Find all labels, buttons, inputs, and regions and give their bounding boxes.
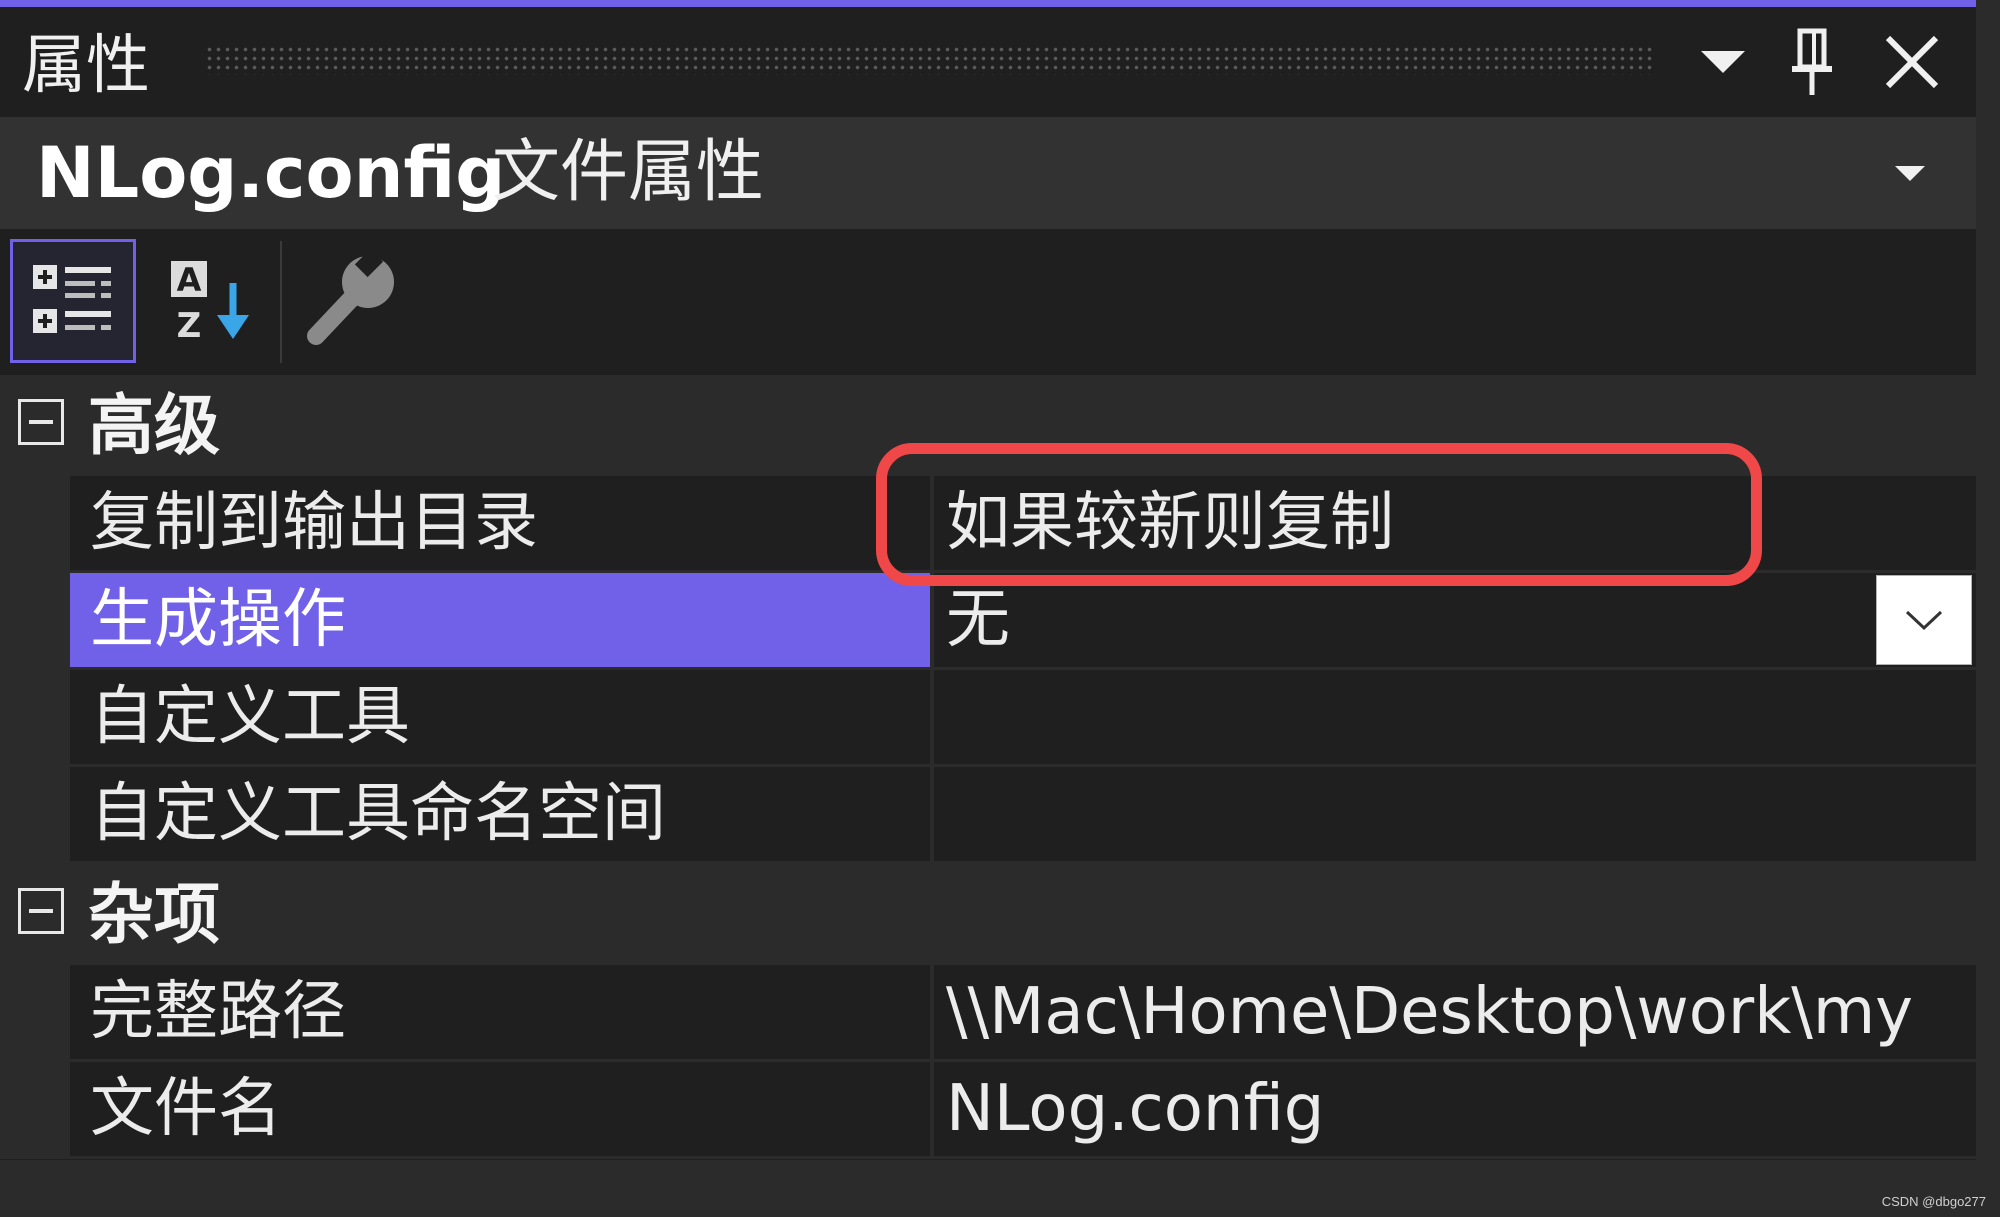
categorized-view-button[interactable] — [10, 239, 136, 363]
chevron-down-icon — [1701, 51, 1745, 73]
property-value-text: 无 — [946, 583, 1010, 657]
property-value[interactable]: 如果较新则复制 — [934, 476, 1976, 570]
collapse-icon[interactable] — [18, 399, 64, 445]
value-dropdown-button[interactable] — [1876, 575, 1972, 665]
property-value[interactable] — [934, 670, 1976, 764]
property-name: 复制到输出目录 — [70, 476, 930, 570]
svg-text:A: A — [177, 261, 202, 299]
chevron-down-icon — [1905, 610, 1943, 631]
category-row-misc[interactable]: 杂项 — [0, 864, 1976, 965]
collapse-icon[interactable] — [18, 888, 64, 934]
property-name: 完整路径 — [70, 965, 930, 1059]
window-position-button[interactable] — [1683, 17, 1763, 107]
close-button[interactable] — [1872, 17, 1952, 107]
alphabetical-sort-icon: A Z — [171, 261, 249, 346]
right-gutter — [1976, 0, 2000, 1217]
active-accent-bar — [0, 0, 1976, 7]
property-row-build-action[interactable]: 生成操作 无 — [0, 573, 1976, 670]
panel-title: 属性 — [22, 29, 150, 103]
property-name: 生成操作 — [70, 573, 930, 667]
watermark: CSDN @dbgo277 — [1881, 1194, 1986, 1209]
category-row-advanced[interactable]: 高级 — [0, 375, 1976, 476]
property-row-full-path[interactable]: 完整路径 \\Mac\Home\Desktop\work\my — [0, 965, 1976, 1062]
toolbar-separator — [280, 241, 282, 363]
close-icon — [1885, 35, 1939, 89]
property-grid: 高级 复制到输出目录 如果较新则复制 生成操作 无 自定义工具 自定义工具命名空… — [0, 375, 1976, 1159]
property-pages-icon — [307, 248, 394, 345]
object-selector[interactable]: NLog.config 文件属性 — [0, 117, 1976, 229]
chevron-down-icon — [1895, 166, 1925, 181]
property-name: 自定义工具 — [70, 670, 930, 764]
description-area — [0, 1160, 1976, 1217]
property-row-custom-tool-namespace[interactable]: 自定义工具命名空间 — [0, 767, 1976, 864]
property-value[interactable]: \\Mac\Home\Desktop\work\my — [934, 965, 1976, 1059]
object-selector-dropdown[interactable] — [1880, 151, 1940, 195]
property-value[interactable]: NLog.config — [934, 1062, 1976, 1156]
svg-text:Z: Z — [177, 306, 202, 346]
properties-toolbar: A Z — [0, 229, 1976, 375]
category-label: 高级 — [88, 387, 220, 464]
panel-titlebar: 属性 — [0, 7, 1976, 117]
property-value[interactable]: 无 — [934, 573, 1976, 667]
object-type: 文件属性 — [492, 133, 765, 212]
property-row-custom-tool[interactable]: 自定义工具 — [0, 670, 1976, 767]
property-row-file-name[interactable]: 文件名 NLog.config — [0, 1062, 1976, 1159]
object-name: NLog.config — [36, 132, 506, 214]
pin-icon — [1792, 28, 1832, 95]
property-value[interactable] — [934, 767, 1976, 861]
alphabetical-sort-button[interactable]: A Z — [148, 239, 274, 363]
categorized-view-icon — [33, 265, 111, 333]
property-pages-button[interactable] — [290, 239, 416, 363]
pin-button[interactable] — [1772, 17, 1852, 107]
titlebar-grip[interactable] — [205, 45, 1655, 75]
category-label: 杂项 — [88, 876, 220, 953]
property-row-copy-to-output[interactable]: 复制到输出目录 如果较新则复制 — [0, 476, 1976, 573]
property-name: 自定义工具命名空间 — [70, 767, 930, 861]
property-name: 文件名 — [70, 1062, 930, 1156]
properties-panel: 属性 NLog.config 文件属性 A Z 高级 复制到输出目录 如果较新则… — [0, 0, 1976, 1217]
